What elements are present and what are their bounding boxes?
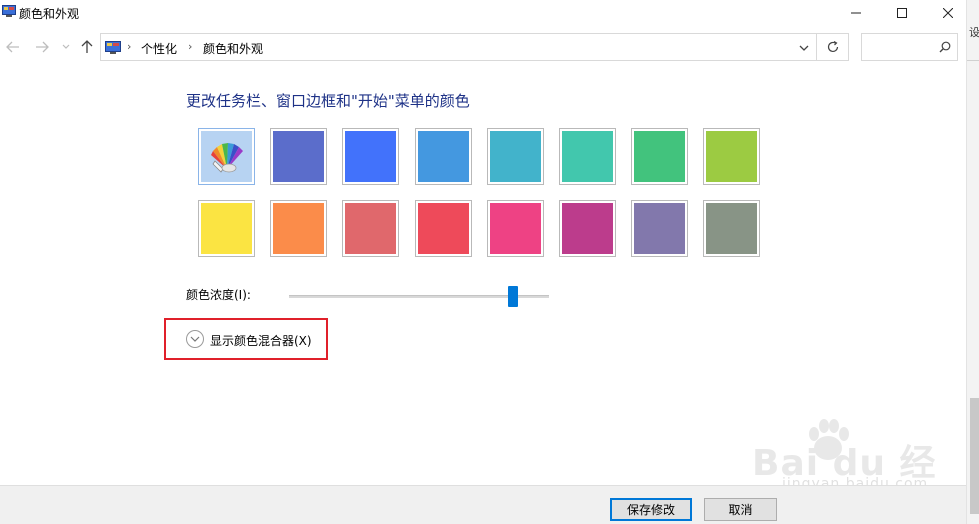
- swatch-automatic[interactable]: [198, 128, 255, 185]
- search-box[interactable]: [861, 33, 958, 61]
- divider: [967, 60, 979, 61]
- save-changes-button[interactable]: 保存修改: [610, 498, 692, 521]
- swatch-sea-green[interactable]: [559, 128, 616, 185]
- swatch-orange[interactable]: [270, 200, 327, 257]
- breadcrumb-color-appearance[interactable]: 颜色和外观: [203, 40, 263, 57]
- swatch-fill: [418, 131, 469, 182]
- swatch-lime[interactable]: [703, 128, 760, 185]
- swatch-fill: [562, 203, 613, 254]
- back-button[interactable]: [4, 38, 22, 56]
- maximize-button[interactable]: [879, 0, 925, 26]
- expand-button[interactable]: [186, 330, 204, 348]
- swatch-fill: [345, 203, 396, 254]
- close-icon: [943, 8, 953, 18]
- arrow-up-icon: [81, 40, 93, 53]
- cancel-button[interactable]: 取消: [704, 498, 777, 521]
- swatch-fill: [201, 203, 252, 254]
- swatch-blue[interactable]: [342, 128, 399, 185]
- breadcrumb-separator: ›: [127, 40, 132, 53]
- swatch-fill: [634, 203, 685, 254]
- address-bar[interactable]: › 个性化 › 颜色和外观: [100, 33, 817, 61]
- swatch-teal[interactable]: [487, 128, 544, 185]
- color-mixer-toggle-highlight: 显示颜色混合器(X): [164, 318, 328, 360]
- color-intensity-slider-thumb[interactable]: [508, 286, 518, 307]
- arrow-right-icon: [36, 41, 49, 53]
- address-dropdown-button[interactable]: [798, 42, 810, 54]
- color-palette-icon: [210, 142, 243, 173]
- chevron-down-icon: [190, 336, 200, 342]
- background-window-edge: 设: [966, 0, 979, 524]
- control-panel-window: 颜色和外观 › 个性化 › 颜色和外观 设 更改任务栏、窗口边框和"开始"菜单的…: [0, 0, 979, 524]
- swatch-fill: [201, 131, 252, 182]
- arrow-left-icon: [6, 41, 19, 53]
- swatch-sky-blue[interactable]: [415, 128, 472, 185]
- scrollbar[interactable]: [970, 398, 979, 514]
- title-bar: 颜色和外观: [0, 0, 966, 26]
- refresh-icon: [827, 40, 838, 53]
- show-color-mixer-link[interactable]: 显示颜色混合器(X): [210, 332, 312, 349]
- swatch-fill: [490, 203, 541, 254]
- swatch-fill: [706, 203, 757, 254]
- up-button[interactable]: [78, 38, 96, 56]
- chevron-down-icon: [799, 45, 809, 51]
- recent-locations-button[interactable]: [60, 38, 72, 56]
- background-window-text: 设: [969, 26, 979, 39]
- swatch-fill: [634, 131, 685, 182]
- control-panel-app-icon: [2, 5, 16, 17]
- search-input[interactable]: [866, 38, 936, 56]
- color-intensity-label: 颜色浓度(I):: [186, 288, 251, 302]
- breadcrumb-personalization[interactable]: 个性化: [141, 40, 177, 57]
- swatch-gray-green[interactable]: [703, 200, 760, 257]
- swatch-pink[interactable]: [487, 200, 544, 257]
- swatch-fill: [345, 131, 396, 182]
- footer-bar: 保存修改 取消: [0, 485, 966, 524]
- swatch-fill: [706, 131, 757, 182]
- maximize-icon: [897, 8, 907, 18]
- swatch-yellow[interactable]: [198, 200, 255, 257]
- swatch-fill: [562, 131, 613, 182]
- breadcrumb-separator: ›: [188, 40, 193, 53]
- swatch-slate-blue[interactable]: [270, 128, 327, 185]
- search-icon: [939, 41, 951, 56]
- swatch-fill: [490, 131, 541, 182]
- swatch-fill: [273, 203, 324, 254]
- page-title: 更改任务栏、窗口边框和"开始"菜单的颜色: [186, 92, 470, 110]
- swatch-green[interactable]: [631, 128, 688, 185]
- navigation-bar: › 个性化 › 颜色和外观: [0, 30, 966, 64]
- forward-button[interactable]: [33, 38, 51, 56]
- swatch-fill: [418, 203, 469, 254]
- swatch-salmon[interactable]: [342, 200, 399, 257]
- minimize-button[interactable]: [833, 0, 879, 26]
- refresh-button[interactable]: [817, 33, 849, 61]
- swatch-fill: [273, 131, 324, 182]
- swatch-magenta[interactable]: [559, 200, 616, 257]
- swatch-red[interactable]: [415, 200, 472, 257]
- chevron-down-icon: [62, 44, 70, 49]
- close-button[interactable]: [925, 0, 971, 26]
- minimize-icon: [851, 12, 861, 14]
- window-title: 颜色和外观: [19, 7, 80, 21]
- control-panel-icon: [105, 41, 121, 54]
- swatch-purple[interactable]: [631, 200, 688, 257]
